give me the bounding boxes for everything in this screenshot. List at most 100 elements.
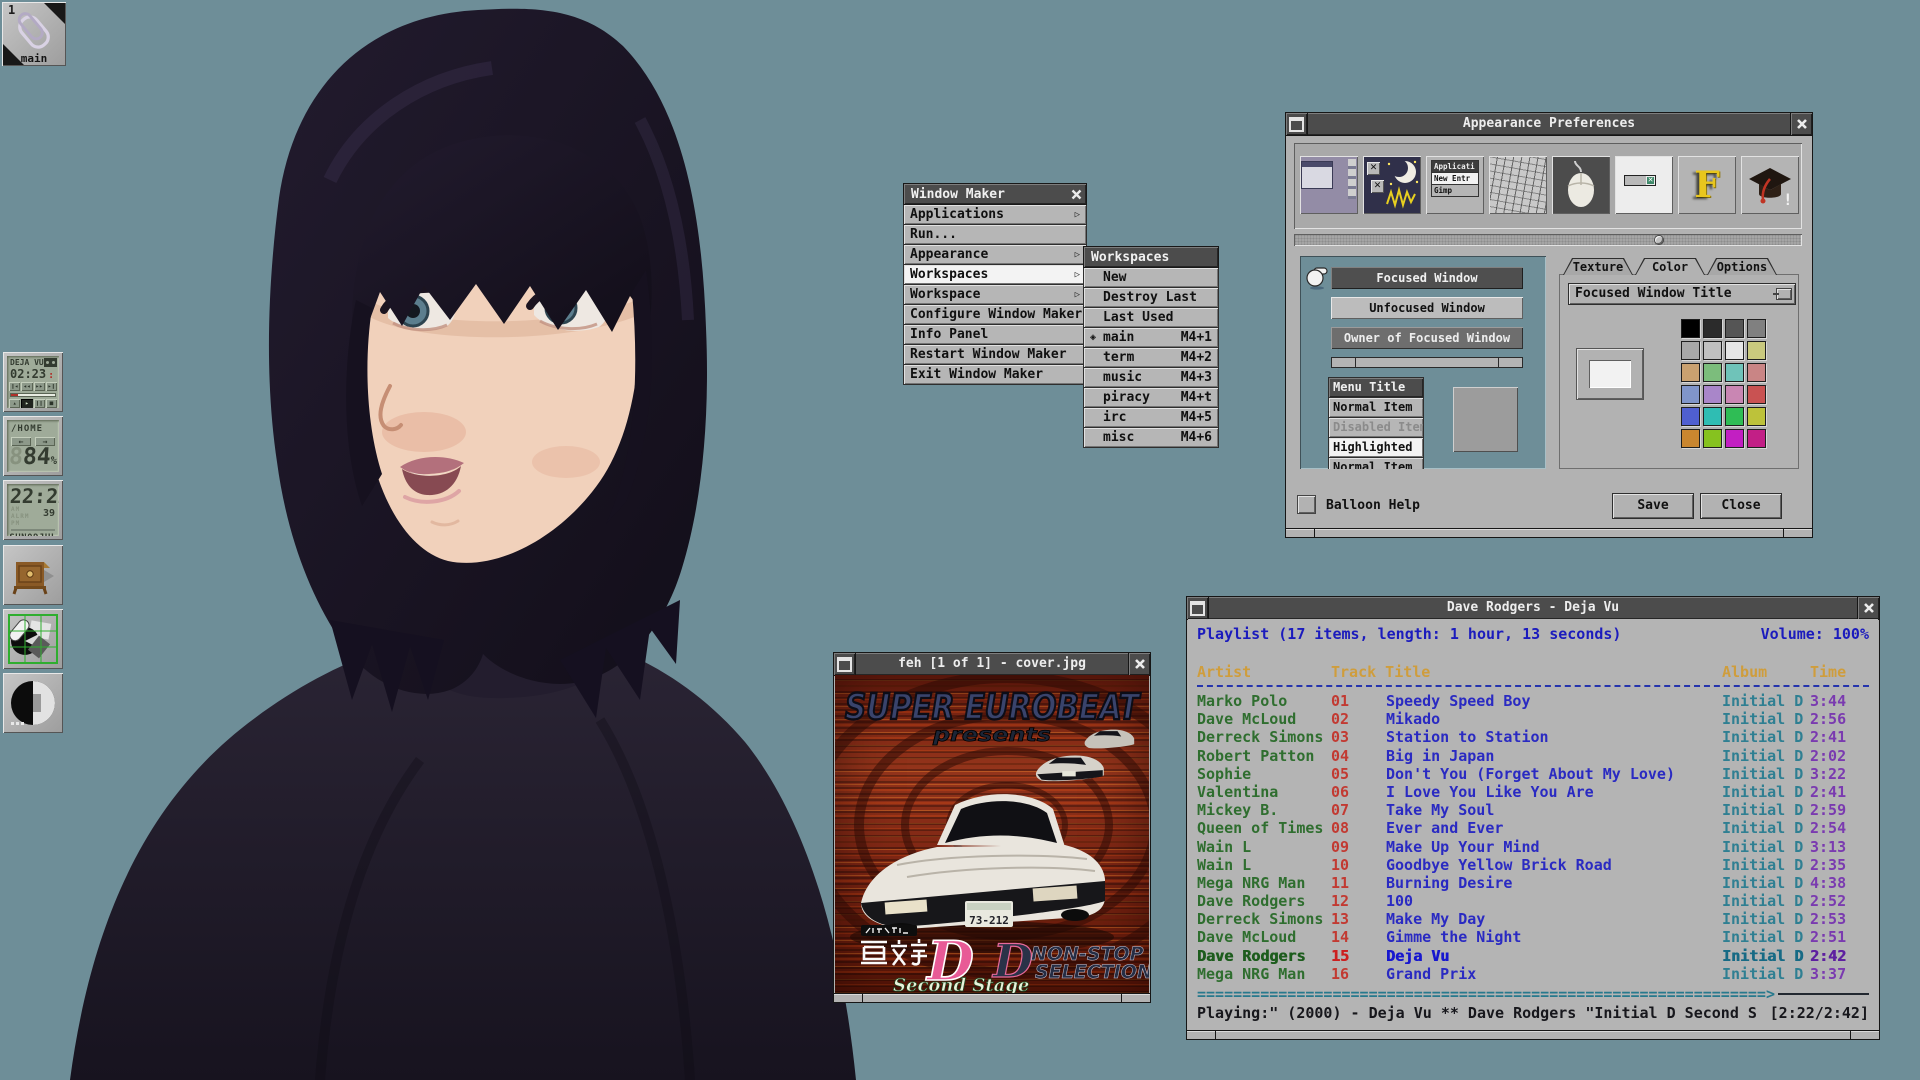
- menu-item[interactable]: Workspaces ▷: [903, 265, 1087, 285]
- preview-resizebar[interactable]: [1331, 357, 1523, 368]
- eject-button[interactable]: ▴: [9, 399, 20, 408]
- miniaturize-button[interactable]: [1187, 597, 1209, 619]
- playlist-titlebar[interactable]: Dave Rodgers - Deja Vu: [1187, 597, 1879, 620]
- section-menu-style-icon[interactable]: Applicati New Entr Gimp: [1426, 156, 1484, 214]
- preview-menu-item[interactable]: Disabled Item: [1328, 418, 1424, 438]
- dockapp-clock[interactable]: 22:22 AM ALRM 39 PM SUN09JUL: [3, 480, 63, 540]
- track-row[interactable]: Mega NRG Man 11 Burning Desire Initial D…: [1197, 874, 1869, 892]
- preview-icon-tile[interactable]: [1453, 387, 1518, 452]
- palette-color-cell[interactable]: [1747, 319, 1766, 338]
- menu-item[interactable]: Appearance ▷: [903, 245, 1087, 265]
- prefs-resizebar[interactable]: [1286, 528, 1812, 537]
- section-window-style-icon[interactable]: [1300, 156, 1358, 214]
- menu-item[interactable]: Exit Window Maker: [903, 365, 1087, 385]
- menu-close-icon[interactable]: [1071, 189, 1082, 200]
- workspace-menu-item[interactable]: misc M4+6: [1083, 428, 1219, 448]
- tab[interactable]: Color: [1635, 258, 1705, 275]
- scrollbar-knob[interactable]: [1655, 236, 1663, 244]
- menu-item[interactable]: Restart Window Maker: [903, 345, 1087, 365]
- palette-color-cell[interactable]: [1725, 407, 1744, 426]
- preview-owner-window[interactable]: Owner of Focused Window: [1331, 327, 1523, 349]
- track-row[interactable]: Derreck Simons 13 Make My Day Initial D …: [1197, 910, 1869, 928]
- dockapp-wprefs[interactable]: [3, 609, 63, 669]
- workspace-menu-item[interactable]: piracy M4+t: [1083, 388, 1219, 408]
- palette-color-cell[interactable]: [1725, 363, 1744, 382]
- track-row[interactable]: Dave McLoud 02 Mikado Initial D 2:56: [1197, 710, 1869, 728]
- preview-menu-item[interactable]: Normal Item: [1328, 398, 1424, 418]
- palette-color-cell[interactable]: [1725, 319, 1744, 338]
- track-row[interactable]: Dave Rodgers 15 Deja Vu Initial D 2:42: [1197, 947, 1869, 965]
- palette-color-cell[interactable]: [1703, 341, 1722, 360]
- dockapp-drawer[interactable]: [3, 545, 63, 605]
- current-color-well[interactable]: [1577, 349, 1643, 399]
- close-button[interactable]: [1857, 597, 1879, 619]
- dockapp-music-player[interactable]: DEJA VU 02:23 : 35 ❙◂ ◂◂ ▸▸ ▸❙ ▴ ▸ ❙❙ ■: [3, 352, 63, 412]
- feh-resizebar[interactable]: [834, 993, 1150, 1002]
- workspace-menu-item[interactable]: term M4+2: [1083, 348, 1219, 368]
- palette-color-cell[interactable]: [1747, 363, 1766, 382]
- close-button[interactable]: [1128, 653, 1150, 675]
- track-row[interactable]: Wain L 10 Goodbye Yellow Brick Road Init…: [1197, 856, 1869, 874]
- palette-color-cell[interactable]: [1681, 385, 1700, 404]
- palette-color-cell[interactable]: [1703, 319, 1722, 338]
- workspace-menu-item[interactable]: ◈ main M4+1: [1083, 328, 1219, 348]
- play-button[interactable]: ▸: [21, 399, 32, 408]
- palette-color-cell[interactable]: [1703, 429, 1722, 448]
- fast-forward-button[interactable]: ▸▸: [34, 382, 45, 391]
- dockapp-gnustep[interactable]: [3, 673, 63, 733]
- player-progress[interactable]: [10, 393, 56, 397]
- palette-color-cell[interactable]: [1681, 363, 1700, 382]
- tab[interactable]: Options: [1707, 258, 1777, 275]
- workspace-menu-item[interactable]: music M4+3: [1083, 368, 1219, 388]
- workspace-menu-item[interactable]: New: [1083, 268, 1219, 288]
- section-icon-handling-icon[interactable]: ✕ ✕: [1363, 156, 1421, 214]
- track-progress-bar[interactable]: ========================================…: [1197, 985, 1869, 1003]
- preview-focused-window[interactable]: Focused Window: [1331, 267, 1523, 289]
- track-row[interactable]: Mickey B. 07 Take My Soul Initial D 2:59: [1197, 801, 1869, 819]
- next-button[interactable]: ▸❙: [46, 382, 57, 391]
- pause-button[interactable]: ❙❙: [34, 399, 45, 408]
- previous-button[interactable]: ❙◂: [9, 382, 20, 391]
- section-scrollbar[interactable]: [1294, 234, 1802, 246]
- miniaturize-button[interactable]: [1286, 113, 1308, 135]
- preview-menu-item[interactable]: Highlighted: [1328, 438, 1424, 458]
- workspace-menu-item[interactable]: irc M4+5: [1083, 408, 1219, 428]
- palette-color-cell[interactable]: [1747, 341, 1766, 360]
- palette-color-cell[interactable]: [1747, 429, 1766, 448]
- section-font-icon[interactable]: F: [1678, 156, 1736, 214]
- feh-titlebar[interactable]: feh [1 of 1] - cover.jpg: [834, 653, 1150, 676]
- palette-color-cell[interactable]: [1681, 319, 1700, 338]
- track-row[interactable]: Sophie 05 Don't You (Forget About My Lov…: [1197, 765, 1869, 783]
- dockapp-disk-usage[interactable]: /HOME ← → 884%: [3, 416, 63, 476]
- menu-item[interactable]: Configure Window Maker: [903, 305, 1087, 325]
- stop-button[interactable]: ■: [46, 399, 57, 408]
- preview-unfocused-window[interactable]: Unfocused Window: [1331, 297, 1523, 319]
- color-target-dropdown[interactable]: Focused Window Title: [1569, 284, 1795, 304]
- preview-menu-item[interactable]: Menu Title: [1328, 377, 1424, 398]
- track-row[interactable]: Mega NRG Man 16 Grand Prix Initial D 3:3…: [1197, 965, 1869, 983]
- rewind-button[interactable]: ◂◂: [21, 382, 32, 391]
- palette-color-cell[interactable]: [1681, 429, 1700, 448]
- section-mouse-icon[interactable]: [1552, 156, 1610, 214]
- palette-color-cell[interactable]: [1703, 385, 1722, 404]
- palette-color-cell[interactable]: [1703, 407, 1722, 426]
- close-button[interactable]: Close: [1701, 494, 1781, 518]
- palette-color-cell[interactable]: [1747, 407, 1766, 426]
- workspace-clip[interactable]: 1 main: [2, 2, 66, 66]
- tab[interactable]: Texture: [1563, 258, 1633, 275]
- section-appearance-icon[interactable]: ✕: [1615, 156, 1673, 214]
- menu-titlebar[interactable]: Window Maker: [903, 183, 1087, 205]
- palette-color-cell[interactable]: [1681, 341, 1700, 360]
- preview-menu-item[interactable]: Normal Item: [1328, 458, 1424, 469]
- palette-color-cell[interactable]: [1725, 385, 1744, 404]
- palette-color-cell[interactable]: [1703, 363, 1722, 382]
- track-row[interactable]: Dave Rodgers 12 100 Initial D 2:52: [1197, 892, 1869, 910]
- prefs-titlebar[interactable]: Appearance Preferences: [1286, 113, 1812, 136]
- track-row[interactable]: Marko Polo 01 Speedy Speed Boy Initial D…: [1197, 692, 1869, 710]
- track-row[interactable]: Wain L 09 Make Up Your Mind Initial D 3:…: [1197, 838, 1869, 856]
- palette-color-cell[interactable]: [1725, 429, 1744, 448]
- palette-color-cell[interactable]: [1747, 385, 1766, 404]
- track-row[interactable]: Valentina 06 I Love You Like You Are Ini…: [1197, 783, 1869, 801]
- section-expert-icon[interactable]: !: [1741, 156, 1799, 214]
- workspace-menu-item[interactable]: Last Used: [1083, 308, 1219, 328]
